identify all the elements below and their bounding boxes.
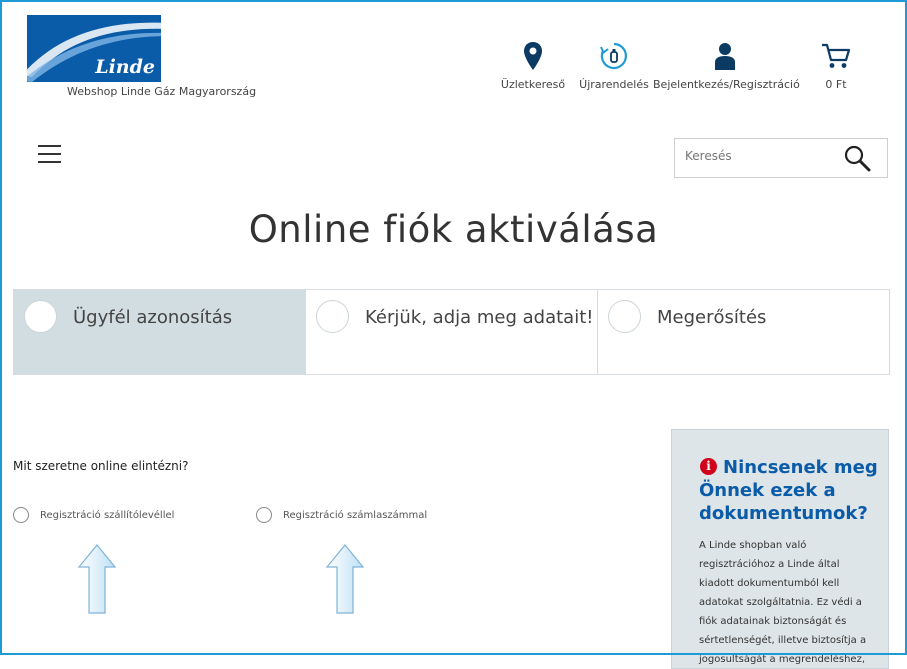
cart-total: 0 Ft xyxy=(825,78,847,91)
step-indicator xyxy=(608,300,641,333)
arrow-up-icon xyxy=(325,544,365,614)
step-confirmation: Megerősítés xyxy=(598,290,889,374)
nav-store-locator[interactable]: Üzletkereső xyxy=(500,40,566,91)
nav-cart[interactable]: 0 Ft xyxy=(812,40,860,91)
step-label: Ügyfél azonosítás xyxy=(73,307,233,328)
nav-label: Üzletkereső xyxy=(500,78,566,91)
option-label: Regisztráció szállítólevéllel xyxy=(40,509,175,521)
user-icon xyxy=(715,43,735,70)
reorder-icon xyxy=(600,42,627,70)
panel-title: Nincsenek meg Önnek ezek a dokumentumok? xyxy=(699,457,878,524)
form-question: Mit szeretne online elintézni? xyxy=(13,459,189,473)
panel-text: A Linde shopban való regisztrációhoz a L… xyxy=(699,540,867,665)
nav-reorder[interactable]: Újrarendelés xyxy=(578,40,650,91)
nav-label: Bejelentkezés/Regisztráció xyxy=(653,78,800,91)
step-indicator xyxy=(24,300,57,333)
option-invoice-number[interactable]: Regisztráció számlaszámmal xyxy=(256,507,427,523)
search-icon[interactable] xyxy=(843,144,871,172)
radio-invoice-number[interactable] xyxy=(256,507,272,523)
menu-icon[interactable] xyxy=(38,145,61,169)
option-delivery-note[interactable]: Regisztráció szállítólevéllel xyxy=(13,507,174,523)
radio-delivery-note[interactable] xyxy=(13,507,29,523)
step-label: Kérjük, adja meg adatait! xyxy=(365,307,594,328)
step-enter-details: Kérjük, adja meg adatait! xyxy=(306,290,598,374)
logo-wordmark: Linde xyxy=(95,56,155,78)
nav-label: Újrarendelés xyxy=(579,78,649,91)
nav-login-register[interactable]: Bejelentkezés/Regisztráció xyxy=(653,40,800,91)
linde-logo[interactable]: Linde xyxy=(27,15,161,82)
search-box xyxy=(674,138,888,178)
step-label: Megerősítés xyxy=(657,307,767,328)
option-label: Regisztráció számlaszámmal xyxy=(283,509,428,521)
step-customer-identification: Ügyfél azonosítás xyxy=(14,290,306,374)
page-title: Online fiók aktiválása xyxy=(248,208,659,251)
search-input[interactable] xyxy=(683,148,837,164)
location-pin-icon xyxy=(524,42,542,70)
progress-steps: Ügyfél azonosítás Kérjük, adja meg adata… xyxy=(13,289,890,375)
missing-documents-panel: i Nincsenek meg Önnek ezek a dokumentumo… xyxy=(671,429,889,669)
cart-icon xyxy=(822,43,851,68)
arrow-up-icon xyxy=(77,544,117,614)
step-indicator xyxy=(316,300,349,333)
shop-subtitle: Webshop Linde Gáz Magyarország xyxy=(67,85,257,98)
